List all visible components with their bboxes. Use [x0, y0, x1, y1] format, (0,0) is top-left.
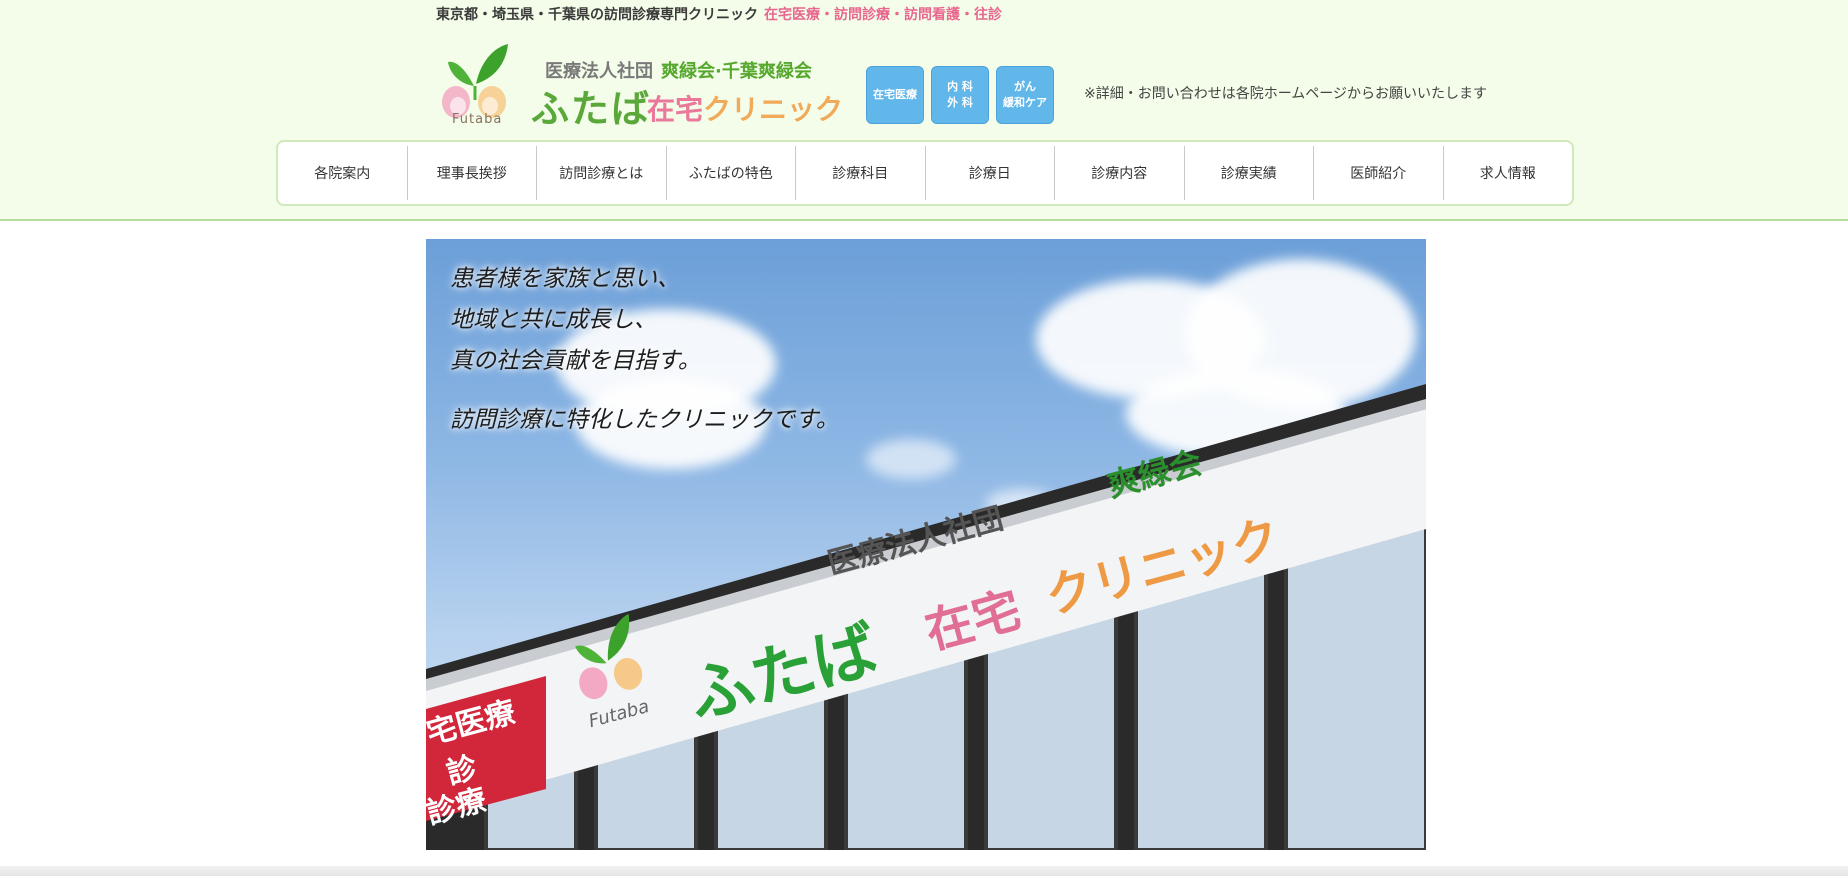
badge-home-medical-label: 在宅医療	[873, 88, 917, 101]
hero-image: 宅医療 診 診療 Futaba 医療法人社団 爽緑会 ふたば 在宅 クリニック …	[426, 239, 1426, 850]
slogan-gap	[450, 382, 839, 400]
nav-item-departments[interactable]: 診療科目	[796, 146, 926, 200]
nav-item-recruit[interactable]: 求人情報	[1444, 146, 1573, 200]
tagline-main: 東京都・埼玉県・千葉県の訪問診療専門クリニック	[436, 7, 758, 23]
logo-clinic-name: ふたば	[531, 87, 652, 131]
header-contact-note: ※詳細・お問い合わせは各院ホームページからお願いいたします	[1084, 86, 1488, 102]
slogan-line-2: 地域と共に成長し、	[450, 307, 657, 333]
nav-item-features[interactable]: ふたばの特色	[667, 146, 796, 200]
badge-internal-surgery: 内 科 外 科	[931, 66, 989, 124]
nav-item-doctors[interactable]: 医師紹介	[1314, 146, 1444, 200]
header-tagline: 東京都・埼玉県・千葉県の訪問診療専門クリニック 在宅医療・訪問診療・訪問看護・往診	[436, 6, 1002, 24]
nav-item-clinics[interactable]: 各院案内	[278, 146, 408, 200]
badge-palliative-label: 緩和ケア	[1003, 96, 1047, 109]
badge-surgery-label: 外 科	[947, 96, 973, 109]
nav-item-services[interactable]: 診療内容	[1055, 146, 1185, 200]
slogan-line-1: 患者様を家族と思い、	[450, 266, 680, 292]
hero-slogan: 患者様を家族と思い、 地域と共に成長し、 真の社会貢献を目指す。 訪問診療に特化…	[450, 259, 839, 441]
badge-internal-label: 内 科	[947, 80, 973, 93]
logo-futaba-text: Futaba	[452, 112, 503, 127]
logo-sub-zaitaku: 在宅	[647, 93, 704, 126]
nav-item-results[interactable]: 診療実績	[1185, 146, 1314, 200]
slogan-line-4: 訪問診療に特化したクリニックです。	[450, 407, 839, 433]
logo-sub-clinic: クリニック	[703, 93, 844, 126]
logo-clinic-subname: 在宅クリニック	[647, 88, 843, 128]
nav-item-schedule[interactable]: 診療日	[926, 146, 1055, 200]
logo-corporation-name: 爽緑会·千葉爽緑会	[661, 61, 812, 82]
slogan-line-3: 真の社会貢献を目指す。	[450, 348, 701, 374]
page-bottom-shadow	[0, 866, 1848, 876]
site-logo[interactable]: Futaba 医療法人社団 爽緑会·千葉爽緑会 ふたば 在宅クリニック	[436, 40, 843, 131]
badge-cancer-label: がん	[1014, 80, 1036, 93]
global-nav: 各院案内 理事長挨拶 訪問診療とは ふたばの特色 診療科目 診療日 診療内容 診…	[276, 140, 1574, 206]
nav-item-greeting[interactable]: 理事長挨拶	[408, 146, 537, 200]
badge-home-medical: 在宅医療	[866, 66, 924, 124]
nav-item-about-home-visit[interactable]: 訪問診療とは	[537, 146, 667, 200]
badge-cancer-palliative: がん 緩和ケア	[996, 66, 1054, 124]
tagline-accent: 在宅医療・訪問診療・訪問看護・往診	[764, 7, 1002, 23]
